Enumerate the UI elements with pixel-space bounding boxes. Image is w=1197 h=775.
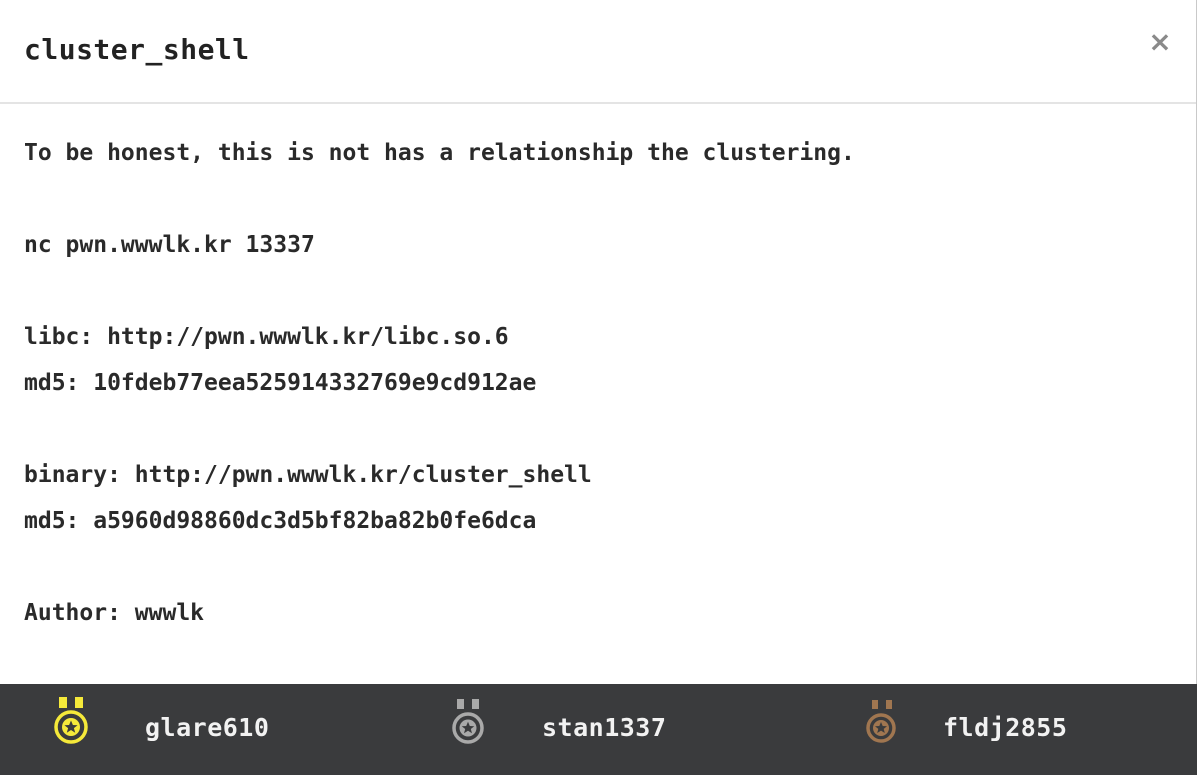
solver-name: fldj2855 (943, 713, 1068, 742)
description-line (24, 274, 1172, 320)
challenge-modal: cluster_shell × To be honest, this is no… (0, 0, 1197, 775)
modal-header: cluster_shell × (0, 0, 1196, 104)
gold-medal-icon (54, 697, 88, 744)
description-line: nc pwn.wwwlk.kr 13337 (24, 232, 315, 258)
bronze-medal-icon (866, 700, 896, 743)
solver-third: fldj2855 (800, 684, 1197, 775)
description-line: md5: a5960d98860dc3d5bf82ba82b0fe6dca (24, 508, 537, 534)
silver-medal-icon (452, 699, 484, 744)
description-line: To be honest, this is not has a relation… (24, 140, 855, 166)
description-line (24, 550, 1172, 596)
challenge-description: To be honest, this is not has a relation… (24, 136, 1172, 642)
solver-first: glare610 (0, 684, 400, 775)
description-line (24, 182, 1172, 228)
description-line: libc: http://pwn.wwwlk.kr/libc.so.6 (24, 324, 509, 350)
solver-name: stan1337 (542, 713, 667, 742)
description-line: Author: wwwlk (24, 600, 205, 626)
solvers-bar: glare610 stan1337 fldj2855 (0, 684, 1197, 775)
solver-second: stan1337 (400, 684, 800, 775)
description-line: binary: http://pwn.wwwlk.kr/cluster_shel… (24, 462, 592, 488)
solver-name: glare610 (145, 713, 270, 742)
challenge-title: cluster_shell (24, 33, 250, 66)
close-button[interactable]: × (1146, 26, 1174, 58)
description-line: md5: 10fdeb77eea525914332769e9cd912ae (24, 370, 537, 396)
description-line (24, 412, 1172, 458)
